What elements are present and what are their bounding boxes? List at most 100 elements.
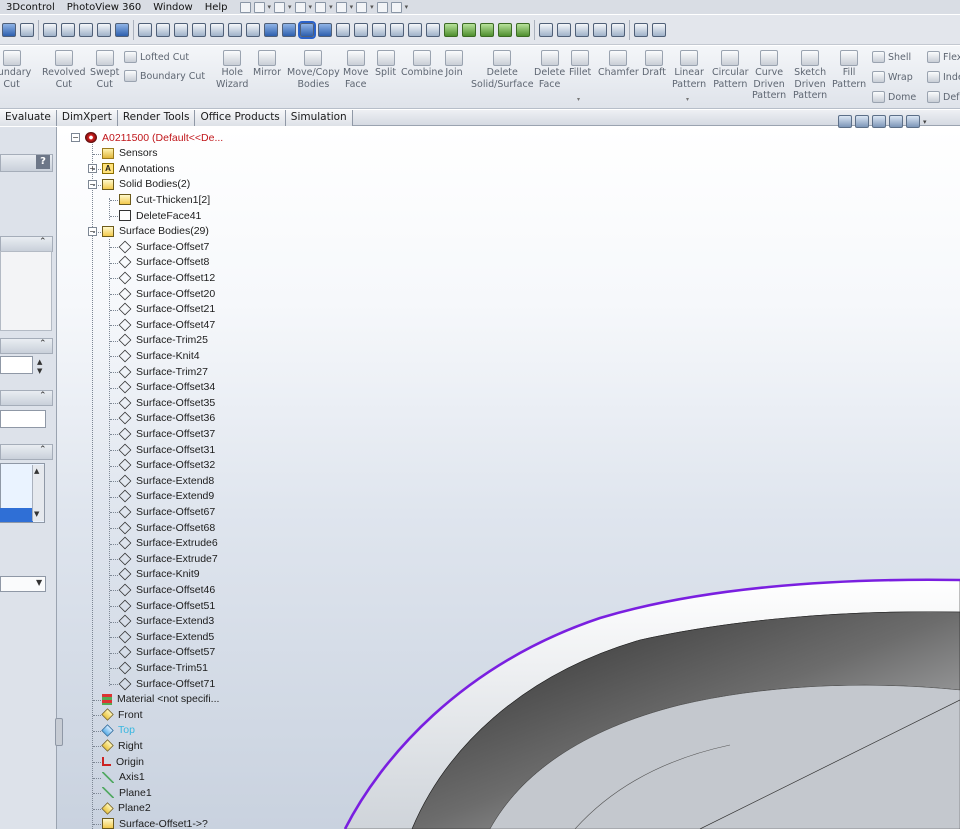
join-button[interactable]: Join [445,50,463,79]
collapse-chevron-icon[interactable]: ⌃ [39,237,47,247]
surface-body-item[interactable]: Surface-Offset71 [118,676,215,691]
pushpin-icon[interactable] [239,1,251,13]
lofted-cut-button[interactable]: Lofted Cut [124,51,189,63]
value-field[interactable] [0,356,33,374]
wrap-button[interactable]: Wrap [872,71,913,83]
mirror-button[interactable]: Mirror [253,50,281,79]
dome-button[interactable]: Dome [872,91,916,103]
surface-body-item[interactable]: Surface-Offset46 [118,582,215,597]
view-back-icon[interactable] [174,22,188,37]
appearance-icon[interactable] [115,22,129,37]
line-tool-icon[interactable] [634,22,648,37]
combine-button[interactable]: Combine [401,50,443,79]
surface-body-item[interactable]: Surface-Offset47 [118,317,215,332]
expand-toggle-icon[interactable]: − [71,133,80,142]
surface-body-item[interactable]: Surface-Offset37 [118,426,215,441]
surface-body-item[interactable]: Surface-Offset12 [118,270,215,285]
surface-body-item[interactable]: Surface-Knit4 [118,348,200,363]
surface-body-item[interactable]: Surface-Offset67 [118,504,215,519]
list-selected-item[interactable] [0,508,33,522]
chevron-down-icon[interactable]: ▾ [370,3,374,11]
right-plane-item[interactable]: Right [101,738,143,753]
view-bottom-icon[interactable] [246,22,260,37]
surface-body-item[interactable]: Surface-Trim27 [118,364,208,379]
zoom-to-fit-icon[interactable] [838,115,852,128]
surface-body-item[interactable]: Surface-Offset57 [118,645,215,660]
realview-icon[interactable] [97,22,111,37]
view-dimetric-icon[interactable] [298,20,316,39]
shaded-icon[interactable] [79,22,93,37]
wireframe-icon[interactable] [336,22,350,37]
menu-window[interactable]: Window [147,2,198,13]
collapse-chevron-icon[interactable]: ⌃ [39,445,47,455]
sketch-icon[interactable] [2,22,16,37]
section-view-icon[interactable] [390,22,404,37]
tab-dimxpert[interactable]: DimXpert [56,110,118,126]
menu-help[interactable]: Help [199,2,234,13]
surface-body-item[interactable]: Surface-Offset32 [118,458,215,473]
view-right-icon[interactable] [210,22,224,37]
shell-button[interactable]: Shell [872,51,911,63]
surface-body-item[interactable]: Surface-Extrude6 [118,536,218,551]
panel-splitter-handle[interactable] [55,718,63,746]
chevron-down-icon[interactable]: ▾ [329,3,333,11]
save-icon[interactable] [294,1,306,13]
chevron-down-icon[interactable]: ▾ [686,96,689,103]
view-left-icon[interactable] [192,22,206,37]
tab-simulation[interactable]: Simulation [285,110,353,126]
surface-bodies-folder[interactable]: Surface Bodies(29) [102,224,209,239]
surface-body-item[interactable]: Surface-Offset31 [118,442,215,457]
surface-body-item[interactable]: Surface-Offset20 [118,286,215,301]
solid-bodies-folder[interactable]: Solid Bodies(2) [102,177,190,192]
chevron-down-icon[interactable]: ▾ [309,3,313,11]
help-button[interactable]: ? [36,155,50,169]
move-face-button[interactable]: Move Face [343,50,368,90]
menu-3dcontrol[interactable]: 3Dcontrol [0,2,61,13]
surface-body-item[interactable]: Surface-Offset51 [118,598,215,613]
3d-sketch-icon[interactable] [575,22,589,37]
surface-body-item[interactable]: Surface-Offset21 [118,302,215,317]
move-copy-bodies-button[interactable]: Move/Copy Bodies [287,50,340,90]
selection-box[interactable] [0,251,52,331]
top-plane-item[interactable]: Top [101,723,135,738]
surface-body-item[interactable]: Surface-Extend9 [118,489,214,504]
spin-up-icon[interactable]: ▲ [37,358,42,366]
annotations-folder[interactable]: A Annotations [102,161,174,176]
plane1-item[interactable]: Plane1 [102,785,152,800]
zoom-to-area-icon[interactable] [855,115,869,128]
smart-dimension-icon[interactable] [20,22,34,37]
axis-item[interactable]: Axis1 [102,770,145,785]
print-icon[interactable] [315,1,327,13]
scroll-down-icon[interactable]: ▼ [34,510,39,518]
rebuild-icon[interactable] [376,1,388,13]
scroll-up-icon[interactable]: ▲ [34,467,39,475]
select-arrow-icon[interactable] [356,1,368,13]
tab-office-products[interactable]: Office Products [195,110,286,126]
delete-solid-surface-button[interactable]: Delete Solid/Surface [471,50,534,90]
hidden-lines-removed-icon[interactable] [372,22,386,37]
revolved-cut-button[interactable]: Revolved Cut [42,50,86,90]
chevron-down-icon[interactable]: ▾ [268,3,272,11]
indent-button[interactable]: Inde [927,71,960,83]
zebra-stripes-icon[interactable] [426,22,440,37]
fill-pattern-button[interactable]: Fill Pattern [832,50,866,90]
hidden-lines-icon[interactable] [61,22,75,37]
previous-view-icon[interactable] [872,115,886,128]
solid-body-item[interactable]: Cut-Thicken1[2] [119,192,210,207]
display-style-icon[interactable] [43,22,57,37]
hide-show-icon[interactable] [444,22,458,37]
surface-body-item[interactable]: Surface-Extend8 [118,473,214,488]
open-folder-icon[interactable] [274,1,286,13]
chevron-down-icon[interactable]: ▾ [350,3,354,11]
sketches-icon[interactable] [516,22,530,37]
origins-icon[interactable] [498,22,512,37]
file-properties-icon[interactable] [390,1,402,13]
collapse-chevron-icon[interactable]: ⌃ [39,339,47,349]
surface-body-item[interactable]: Surface-Offset7 [118,239,209,254]
mass-properties-icon[interactable] [557,22,571,37]
planes-icon[interactable] [462,22,476,37]
surface-body-item[interactable]: Surface-Offset34 [118,380,215,395]
delete-face-button[interactable]: Delete Face [534,50,565,90]
plane2-item[interactable]: Plane2 [101,801,151,816]
surface-body-item[interactable]: Surface-Knit9 [118,567,200,582]
